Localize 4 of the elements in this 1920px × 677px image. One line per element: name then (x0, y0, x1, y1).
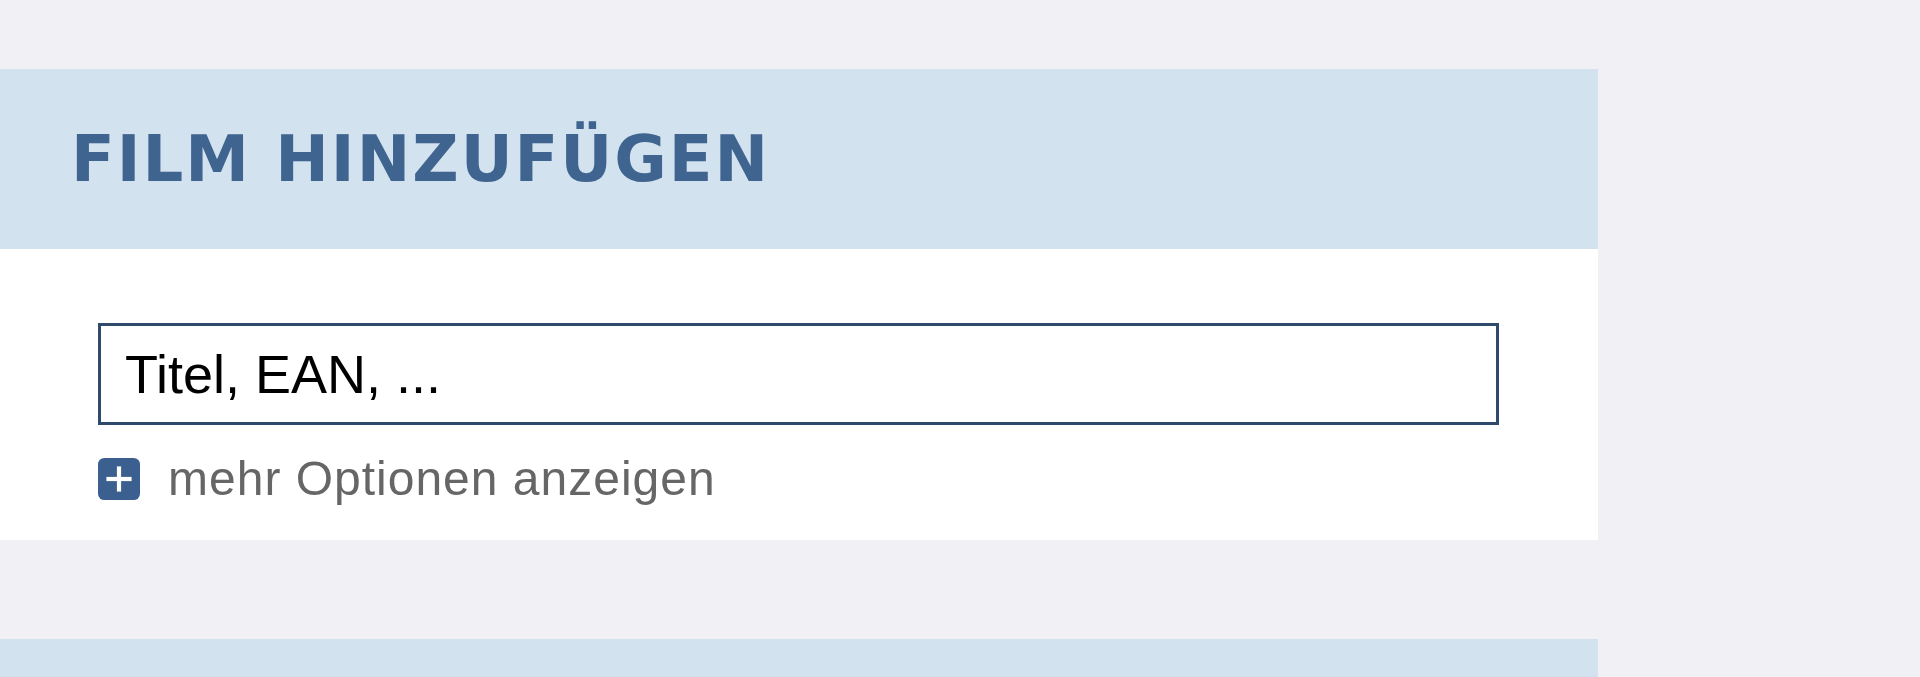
expand-icon[interactable] (98, 457, 140, 500)
search-field[interactable]: Titel, EAN, ... (98, 323, 1499, 425)
panel-title: FILM HINZUFÜGEN (71, 122, 771, 196)
more-options-link[interactable]: mehr Optionen anzeigen (168, 451, 716, 506)
